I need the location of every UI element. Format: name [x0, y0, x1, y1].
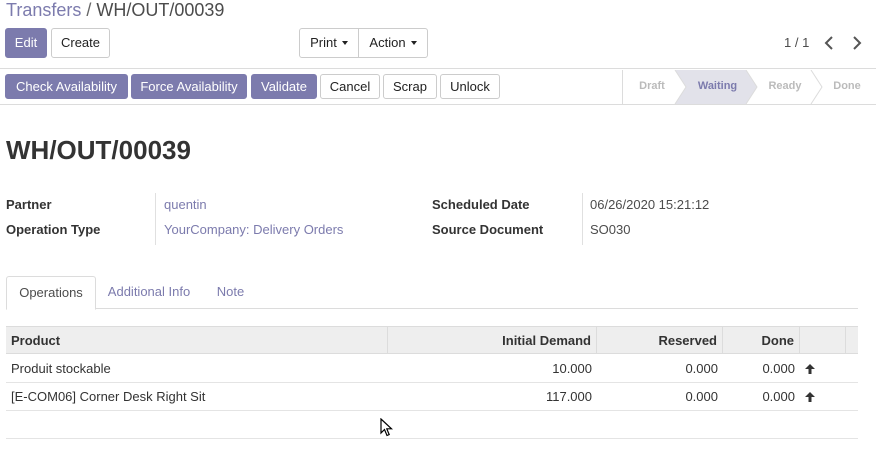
cell-initial-demand: 10.000 — [552, 361, 592, 376]
empty-table-row[interactable] — [6, 411, 858, 439]
notebook-tabs: Operations Additional Info Note — [6, 276, 858, 310]
scheduled-date-label: Scheduled Date — [432, 197, 530, 212]
unlock-button[interactable]: Unlock — [440, 74, 500, 99]
action-label: Action — [369, 35, 406, 50]
cell-reserved: 0.000 — [685, 361, 718, 376]
table-row[interactable]: Produit stockable 10.000 0.000 0.000 — [6, 355, 858, 383]
breadcrumb-transfers-link[interactable]: Transfers — [6, 0, 81, 20]
record-title: WH/OUT/00039 — [6, 135, 191, 165]
scrap-button[interactable]: Scrap — [383, 74, 437, 99]
tab-operations[interactable]: Operations — [6, 276, 96, 310]
check-availability-button[interactable]: Check Availability — [5, 74, 128, 99]
edit-button[interactable]: Edit — [5, 28, 47, 58]
force-availability-button[interactable]: Force Availability — [131, 74, 247, 99]
form-sheet: WH/OUT/00039 Partner quentin Operation T… — [0, 105, 876, 459]
field-divider — [155, 193, 156, 245]
create-button[interactable]: Create — [51, 28, 110, 58]
cell-done: 0.000 — [762, 361, 795, 376]
field-divider — [582, 193, 583, 245]
column-header-actions — [800, 327, 846, 354]
column-header-reserved[interactable]: Reserved — [597, 327, 723, 354]
cell-done: 0.000 — [762, 389, 795, 404]
tab-note[interactable]: Note — [208, 276, 253, 309]
pager-value[interactable]: 1 / 1 — [784, 35, 809, 50]
arrow-up-icon[interactable] — [804, 391, 816, 403]
statusbar: Check Availability Force Availability Va… — [0, 70, 876, 105]
column-header-product[interactable]: Product — [6, 327, 388, 354]
cell-product: Produit stockable — [11, 361, 111, 376]
mouse-cursor-icon — [380, 417, 394, 438]
status-step-ready: Ready — [768, 80, 802, 92]
cell-reserved: 0.000 — [685, 389, 718, 404]
caret-down-icon — [410, 40, 417, 45]
table-row[interactable]: [E-COM06] Corner Desk Right Sit 117.000 … — [6, 383, 858, 411]
column-header-done[interactable]: Done — [723, 327, 800, 354]
tab-additional-info[interactable]: Additional Info — [102, 276, 196, 309]
operation-type-value[interactable]: YourCompany: Delivery Orders — [164, 222, 343, 237]
partner-value[interactable]: quentin — [164, 197, 207, 212]
table-header: Product Initial Demand Reserved Done — [6, 326, 858, 354]
chevron-left-icon[interactable] — [821, 34, 837, 52]
operation-type-label: Operation Type — [6, 222, 101, 237]
partner-label: Partner — [6, 197, 52, 212]
column-header-initial-demand[interactable]: Initial Demand — [388, 327, 597, 354]
cell-initial-demand: 117.000 — [545, 389, 592, 404]
action-dropdown[interactable]: Action — [358, 28, 428, 58]
source-document-value: SO030 — [590, 222, 631, 237]
control-panel: Transfers / WH/OUT/00039 Edit Create Print… — [0, 0, 876, 69]
caret-down-icon — [341, 40, 348, 45]
validate-button[interactable]: Validate — [251, 74, 317, 99]
breadcrumb: Transfers / WH/OUT/00039 — [6, 0, 224, 20]
breadcrumb-current: WH/OUT/00039 — [96, 0, 225, 20]
scheduled-date-value: 06/26/2020 15:21:12 — [590, 197, 710, 212]
print-label: Print — [310, 35, 337, 50]
status-steps: Draft Waiting Ready Done — [622, 70, 876, 104]
status-step-done: Done — [833, 80, 861, 92]
status-step-waiting: Waiting — [697, 80, 738, 92]
print-dropdown[interactable]: Print — [299, 28, 359, 58]
cancel-button[interactable]: Cancel — [320, 74, 380, 99]
status-step-draft: Draft — [639, 80, 665, 92]
breadcrumb-separator: / — [86, 0, 92, 20]
source-document-label: Source Document — [432, 222, 544, 237]
chevron-right-icon[interactable] — [849, 34, 865, 52]
cell-product: [E-COM06] Corner Desk Right Sit — [11, 389, 206, 404]
arrow-up-icon[interactable] — [804, 363, 816, 375]
